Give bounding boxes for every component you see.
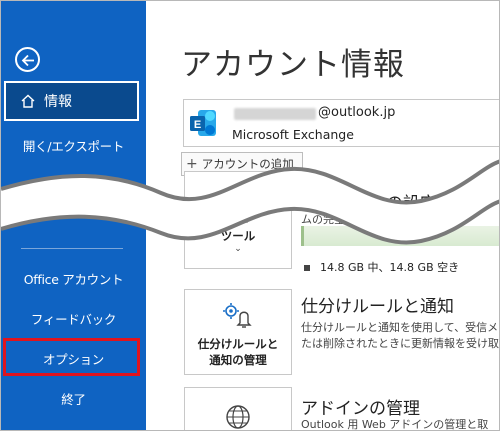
arrow-left-icon bbox=[21, 54, 34, 67]
main-content: アカウント情報 E @outlook.jp Microsoft Exchange… bbox=[146, 1, 499, 431]
email-redacted bbox=[234, 108, 316, 120]
exchange-logo-icon: E bbox=[190, 110, 216, 136]
account-selector[interactable]: E @outlook.jp Microsoft Exchange bbox=[183, 99, 499, 147]
back-button[interactable] bbox=[15, 47, 40, 72]
tools-icon bbox=[224, 202, 253, 223]
sidebar-item-feedback[interactable]: フィードバック bbox=[1, 309, 146, 328]
sidebar-item-exit[interactable]: 終了 bbox=[1, 389, 146, 408]
addins-tile[interactable] bbox=[184, 387, 292, 430]
globe-icon bbox=[226, 405, 250, 429]
sidebar-item-label: 情報 bbox=[44, 94, 72, 110]
sidebar-divider bbox=[21, 248, 123, 249]
outlook-backstage: 情報 開く/エクスポート 名前を付けて保 Office アカウント フィードバッ… bbox=[0, 0, 500, 431]
rules-section-title: 仕分けルールと通知 bbox=[301, 297, 454, 317]
backstage-sidebar: 情報 開く/エクスポート 名前を付けて保 Office アカウント フィードバッ… bbox=[1, 1, 146, 430]
storage-status: 14.8 GB 中、14.8 GB 空き bbox=[304, 259, 459, 275]
options-highlight-box bbox=[3, 338, 140, 376]
sidebar-item-office-account[interactable]: Office アカウント bbox=[1, 269, 146, 288]
page-title: アカウント情報 bbox=[181, 47, 405, 83]
rules-tile[interactable]: 仕分けルールと 通知の管理 bbox=[184, 289, 292, 375]
account-type: Microsoft Exchange bbox=[232, 127, 354, 142]
plus-icon: + bbox=[186, 156, 198, 172]
sidebar-item-save-as[interactable]: 名前を付けて保 bbox=[9, 193, 154, 212]
sidebar-item-open-export[interactable]: 開く/エクスポート bbox=[1, 136, 146, 155]
rules-tile-label-2: 通知の管理 bbox=[209, 353, 267, 367]
svg-text:E: E bbox=[194, 119, 201, 131]
home-icon bbox=[21, 94, 35, 108]
chevron-down-icon: ⌄ bbox=[234, 244, 242, 254]
sidebar-item-info[interactable]: 情報 bbox=[4, 81, 139, 121]
rules-section-desc-2: たは削除されたときに更新情報を受け取 bbox=[301, 337, 499, 350]
bullet-icon bbox=[304, 265, 310, 271]
account-email: @outlook.jp bbox=[318, 105, 396, 120]
tools-label: ツール bbox=[220, 229, 256, 243]
tools-tile[interactable]: ツール ⌄ bbox=[184, 171, 292, 269]
rules-alert-icon bbox=[223, 303, 252, 328]
addins-section-desc: Outlook 用 Web アドインの管理と取 bbox=[301, 418, 489, 431]
storage-bar bbox=[301, 226, 499, 246]
rules-tile-label-1: 仕分けルールと bbox=[197, 337, 279, 351]
